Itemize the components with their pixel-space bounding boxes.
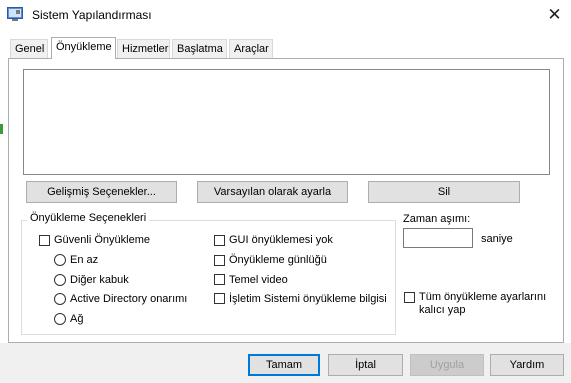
alternate-shell-radio[interactable] (54, 274, 66, 286)
tab-tools[interactable]: Araçlar (229, 39, 273, 58)
help-button[interactable]: Yardım (490, 354, 564, 376)
network-label: Ağ (70, 313, 84, 325)
system-configuration-icon (7, 7, 23, 22)
make-permanent-label-line1: Tüm önyükleme ayarlarını (419, 291, 547, 303)
base-video-label: Temel video (229, 274, 288, 286)
minimal-radio[interactable] (54, 254, 66, 266)
os-boot-info-label: İşletim Sistemi önyükleme bilgisi (229, 293, 387, 305)
no-gui-boot-label: GUI önyüklemesi yok (229, 234, 333, 246)
active-directory-repair-label: Active Directory onarımı (70, 293, 188, 305)
no-gui-boot-checkbox[interactable] (214, 235, 225, 246)
delete-button[interactable]: Sil (368, 181, 520, 203)
tab-services[interactable]: Hizmetler (117, 39, 170, 58)
tab-general[interactable]: Genel (10, 39, 48, 58)
make-permanent-checkbox[interactable] (404, 292, 415, 303)
boot-log-label: Önyükleme günlüğü (229, 254, 327, 266)
base-video-checkbox[interactable] (214, 274, 225, 285)
set-as-default-button[interactable]: Varsayılan olarak ayarla (197, 181, 348, 203)
safe-boot-label: Güvenli Önyükleme (54, 234, 150, 246)
timeout-input[interactable] (403, 228, 473, 248)
advanced-options-button[interactable]: Gelişmiş Seçenekler... (26, 181, 177, 203)
cancel-button[interactable]: İptal (328, 354, 403, 376)
timeout-label: Zaman aşımı: (403, 213, 471, 225)
alternate-shell-label: Diğer kabuk (70, 274, 129, 286)
os-boot-info-checkbox[interactable] (214, 293, 225, 304)
minimal-label: En az (70, 254, 99, 266)
seconds-label: saniye (481, 233, 513, 245)
close-button[interactable]: ✕ (538, 2, 571, 28)
background-edge (0, 124, 3, 134)
tab-startup[interactable]: Başlatma (172, 39, 227, 58)
network-radio[interactable] (54, 313, 66, 325)
boot-entries-list[interactable] (23, 69, 550, 175)
boot-log-checkbox[interactable] (214, 255, 225, 266)
make-permanent-label-line2: kalıcı yap (419, 304, 466, 316)
apply-button[interactable]: Uygula (410, 354, 484, 376)
boot-options-group-label: Önyükleme Seçenekleri (27, 212, 150, 224)
safe-boot-checkbox[interactable] (39, 235, 50, 246)
close-icon: ✕ (547, 5, 562, 24)
window-title: Sistem Yapılandırması (32, 8, 152, 22)
ok-button[interactable]: Tamam (248, 354, 320, 376)
active-directory-repair-radio[interactable] (54, 293, 66, 305)
tab-boot[interactable]: Önyükleme (51, 37, 116, 59)
